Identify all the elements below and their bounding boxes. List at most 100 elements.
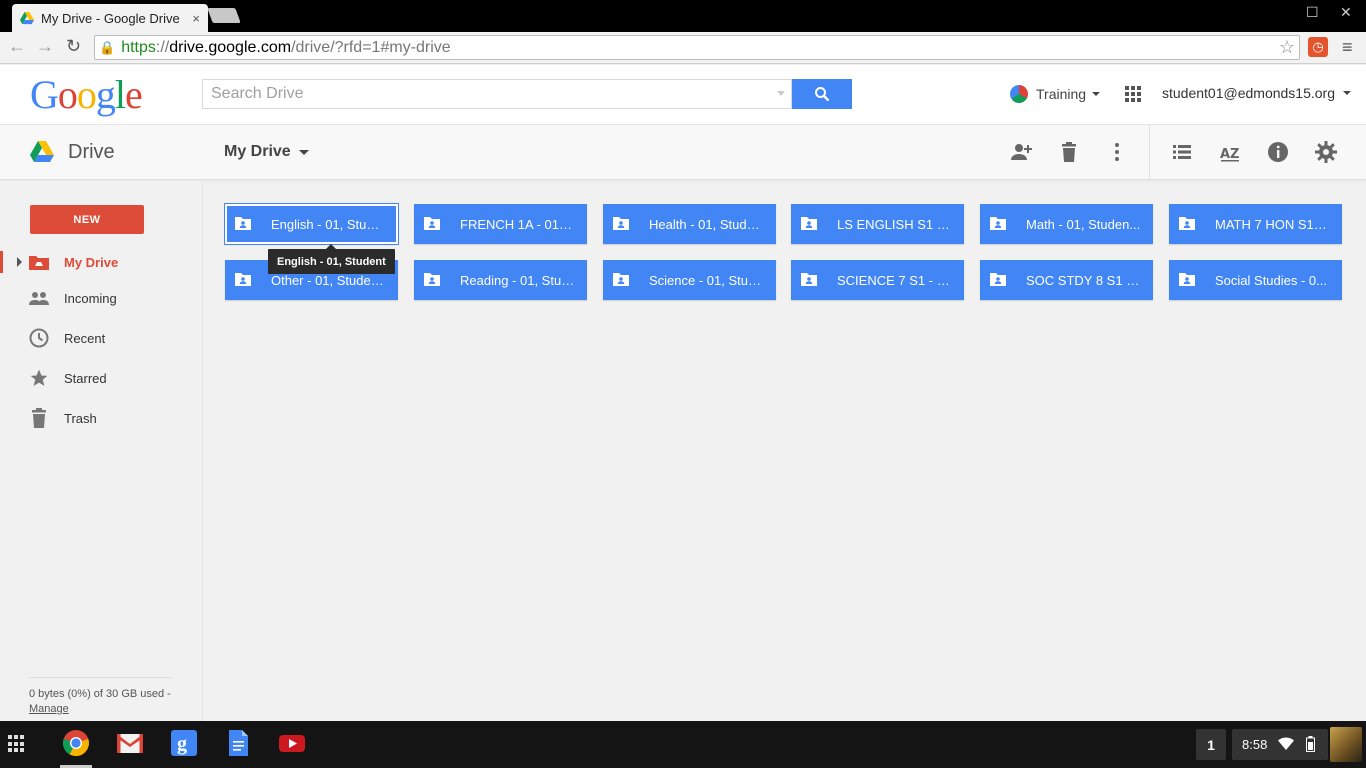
sidebar-item-label: Trash bbox=[64, 410, 97, 426]
divider bbox=[29, 677, 172, 678]
clock-icon bbox=[29, 328, 49, 348]
chrome-browser-icon[interactable] bbox=[62, 729, 90, 757]
extension-icon[interactable]: ◷ bbox=[1308, 37, 1328, 57]
settings-gear-icon[interactable] bbox=[1314, 140, 1338, 164]
window-close-icon[interactable]: ✕ bbox=[1340, 4, 1352, 21]
folder-name: Math - 01, Studen... bbox=[1026, 216, 1141, 232]
folder-tile[interactable]: SCIENCE 7 S1 - 0... bbox=[791, 260, 964, 300]
info-icon[interactable] bbox=[1266, 140, 1290, 164]
folder-tile[interactable]: Science - 01, Stud... bbox=[603, 260, 776, 300]
sidebar: NEW My Drive Incoming Recent Starred Tra… bbox=[0, 181, 203, 721]
folder-name: Reading - 01, Stud... bbox=[460, 272, 575, 288]
shared-folder-icon bbox=[235, 217, 251, 230]
user-avatar[interactable] bbox=[1330, 727, 1362, 762]
folder-name: Other - 01, Studen... bbox=[271, 272, 386, 288]
sidebar-item-label: Recent bbox=[64, 330, 106, 346]
search-input[interactable] bbox=[203, 80, 791, 108]
shared-folder-icon bbox=[613, 217, 629, 230]
google-search-app-icon[interactable]: g bbox=[170, 729, 198, 757]
url-path: /drive/?rfd=1#my-drive bbox=[291, 38, 451, 56]
drive-header: Drive My Drive AZ bbox=[0, 125, 1366, 180]
account-menu[interactable]: student01@edmonds15.org bbox=[1162, 85, 1351, 101]
shared-folder-icon bbox=[1179, 273, 1195, 286]
search-button[interactable] bbox=[792, 79, 852, 109]
tab-close-icon[interactable]: × bbox=[192, 11, 200, 26]
back-icon[interactable]: ← bbox=[8, 36, 26, 57]
shared-folder-icon bbox=[424, 217, 440, 230]
product-title[interactable]: Drive bbox=[68, 141, 115, 164]
sort-az-icon[interactable]: AZ bbox=[1218, 140, 1242, 164]
chrome-menu-icon[interactable]: ≡ bbox=[1342, 37, 1353, 58]
delete-icon[interactable] bbox=[1057, 140, 1081, 164]
notification-count-badge[interactable]: 1 bbox=[1196, 729, 1226, 760]
folder-tile[interactable]: Health - 01, Stude... bbox=[603, 204, 776, 244]
search-options-dropdown-icon[interactable] bbox=[777, 91, 785, 96]
org-logo-icon bbox=[1010, 85, 1028, 103]
sidebar-item-my-drive[interactable]: My Drive bbox=[0, 247, 202, 277]
apps-grid-icon[interactable] bbox=[1125, 86, 1141, 102]
new-button[interactable]: NEW bbox=[30, 205, 144, 234]
folder-tile[interactable]: Reading - 01, Stud... bbox=[414, 260, 587, 300]
folder-name: Science - 01, Stud... bbox=[649, 272, 764, 288]
bookmark-star-icon[interactable]: ☆ bbox=[1279, 37, 1295, 58]
folder-name: English - 01, Stud... bbox=[271, 216, 384, 232]
forward-icon[interactable]: → bbox=[36, 36, 54, 57]
folder-name: Social Studies - 0... bbox=[1215, 272, 1327, 288]
my-drive-dropdown[interactable]: My Drive bbox=[224, 143, 309, 161]
google-docs-icon[interactable] bbox=[224, 729, 252, 757]
org-switcher[interactable]: Training bbox=[1010, 85, 1101, 103]
address-bar[interactable]: 🔒 https://drive.google.com/drive/?rfd=1#… bbox=[94, 35, 1300, 60]
list-view-icon[interactable] bbox=[1170, 140, 1194, 164]
search-box bbox=[202, 79, 792, 109]
system-tray[interactable]: 8:58 bbox=[1232, 729, 1328, 760]
gmail-icon[interactable] bbox=[116, 729, 144, 757]
youtube-icon[interactable] bbox=[278, 729, 306, 757]
sidebar-item-trash[interactable]: Trash bbox=[0, 403, 202, 433]
svg-text:g: g bbox=[177, 733, 187, 755]
share-add-person-icon[interactable] bbox=[1009, 140, 1033, 164]
sidebar-item-recent[interactable]: Recent bbox=[0, 323, 202, 353]
app-launcher-icon[interactable] bbox=[8, 735, 26, 753]
shared-folder-icon bbox=[990, 217, 1006, 230]
drive-logo-icon[interactable] bbox=[30, 141, 54, 162]
storage-info: 0 bytes (0%) of 30 GB used - Manage bbox=[29, 687, 199, 717]
folder-tile[interactable]: Math - 01, Studen... bbox=[980, 204, 1153, 244]
browser-tab-title: My Drive - Google Drive bbox=[41, 10, 180, 26]
trash-icon bbox=[29, 408, 49, 428]
new-tab-button[interactable] bbox=[207, 8, 241, 23]
chevron-down-icon bbox=[1343, 91, 1351, 95]
sidebar-item-incoming[interactable]: Incoming bbox=[0, 283, 202, 313]
folder-tile[interactable]: English - 01, Stud... bbox=[224, 203, 399, 245]
storage-usage-text: 0 bytes (0%) of 30 GB used - bbox=[29, 688, 171, 700]
folder-tile[interactable]: FRENCH 1A - 01, ... bbox=[414, 204, 587, 244]
more-options-icon[interactable] bbox=[1105, 140, 1129, 164]
chevron-down-icon bbox=[298, 149, 309, 155]
account-email: student01@edmonds15.org bbox=[1162, 85, 1335, 101]
google-header: Google Training student01@edmonds15.org bbox=[0, 65, 1366, 125]
folder-name: Health - 01, Stude... bbox=[649, 216, 764, 232]
sidebar-item-starred[interactable]: Starred bbox=[0, 363, 202, 393]
folder-tile[interactable]: Social Studies - 0... bbox=[1169, 260, 1342, 300]
google-logo[interactable]: Google bbox=[30, 71, 143, 118]
folder-tile[interactable]: LS ENGLISH S1 - ... bbox=[791, 204, 964, 244]
expand-arrow-icon[interactable] bbox=[17, 257, 22, 267]
people-icon bbox=[29, 288, 49, 308]
drive-favicon-icon bbox=[20, 11, 34, 25]
maximize-icon[interactable]: ☐ bbox=[1306, 4, 1319, 21]
manage-storage-link[interactable]: Manage bbox=[29, 703, 69, 715]
chevron-down-icon bbox=[1092, 92, 1101, 96]
wifi-icon bbox=[1278, 737, 1294, 750]
folder-name: MATH 7 HON S1 - ... bbox=[1215, 216, 1330, 232]
browser-tab-my-drive[interactable]: My Drive - Google Drive × bbox=[12, 4, 208, 32]
sidebar-item-label: Starred bbox=[64, 370, 107, 386]
active-indicator bbox=[0, 251, 3, 273]
folder-tile[interactable]: SOC STDY 8 S1 - ... bbox=[980, 260, 1153, 300]
folder-name: SCIENCE 7 S1 - 0... bbox=[837, 272, 952, 288]
svg-text:AZ: AZ bbox=[1220, 147, 1240, 162]
folder-tile[interactable]: MATH 7 HON S1 - ... bbox=[1169, 204, 1342, 244]
reload-icon[interactable]: ↻ bbox=[66, 36, 81, 57]
clock: 8:58 bbox=[1242, 737, 1268, 752]
shared-folder-icon bbox=[801, 217, 817, 230]
folder-name: SOC STDY 8 S1 - ... bbox=[1026, 272, 1141, 288]
shared-folder-icon bbox=[1179, 217, 1195, 230]
